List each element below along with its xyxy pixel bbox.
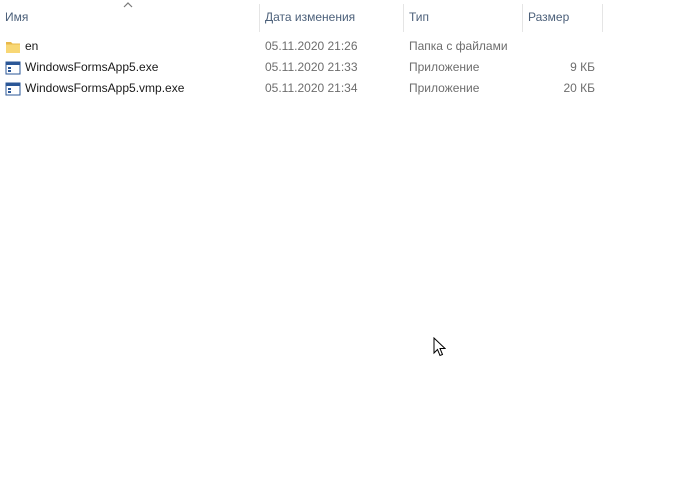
- file-date: 05.11.2020 21:26: [265, 39, 358, 53]
- column-header-date-label: Дата изменения: [265, 10, 356, 24]
- column-header-size[interactable]: Размер: [523, 0, 603, 35]
- file-date: 05.11.2020 21:34: [265, 81, 358, 95]
- column-header-size-label: Размер: [528, 10, 570, 24]
- file-name: en: [25, 39, 39, 53]
- file-size: 20 КБ: [563, 81, 595, 95]
- mouse-pointer-icon: [433, 337, 446, 357]
- column-header-date[interactable]: Дата изменения: [260, 0, 404, 35]
- chevron-up-icon: [123, 2, 133, 8]
- file-type: Приложение: [409, 60, 480, 74]
- column-divider[interactable]: [602, 4, 603, 32]
- application-icon: [5, 61, 21, 75]
- column-header-name-label: Имя: [5, 10, 29, 24]
- file-name: WindowsFormsApp5.vmp.exe: [25, 81, 185, 95]
- file-name: WindowsFormsApp5.exe: [25, 60, 159, 74]
- file-date: 05.11.2020 21:33: [265, 60, 358, 74]
- file-type: Папка с файлами: [409, 39, 508, 53]
- file-type: Приложение: [409, 81, 480, 95]
- file-explorer-view: Имя Дата изменения Тип Размер en 05.11.2…: [0, 0, 674, 494]
- list-item-folder-en[interactable]: en 05.11.2020 21:26 Папка с файлами: [0, 36, 603, 57]
- list-item-windowsformsapp5-vmp-exe[interactable]: WindowsFormsApp5.vmp.exe 05.11.2020 21:3…: [0, 78, 603, 99]
- column-header-type-label: Тип: [409, 10, 430, 24]
- column-header-type[interactable]: Тип: [404, 0, 523, 35]
- column-header-row: Имя Дата изменения Тип Размер: [0, 0, 603, 35]
- application-icon: [5, 82, 21, 96]
- file-size: 9 КБ: [570, 60, 595, 74]
- file-size: [523, 36, 595, 57]
- list-item-windowsformsapp5-exe[interactable]: WindowsFormsApp5.exe 05.11.2020 21:33 Пр…: [0, 57, 603, 78]
- file-list: en 05.11.2020 21:26 Папка с файлами Wind…: [0, 36, 603, 99]
- folder-icon: [6, 42, 20, 53]
